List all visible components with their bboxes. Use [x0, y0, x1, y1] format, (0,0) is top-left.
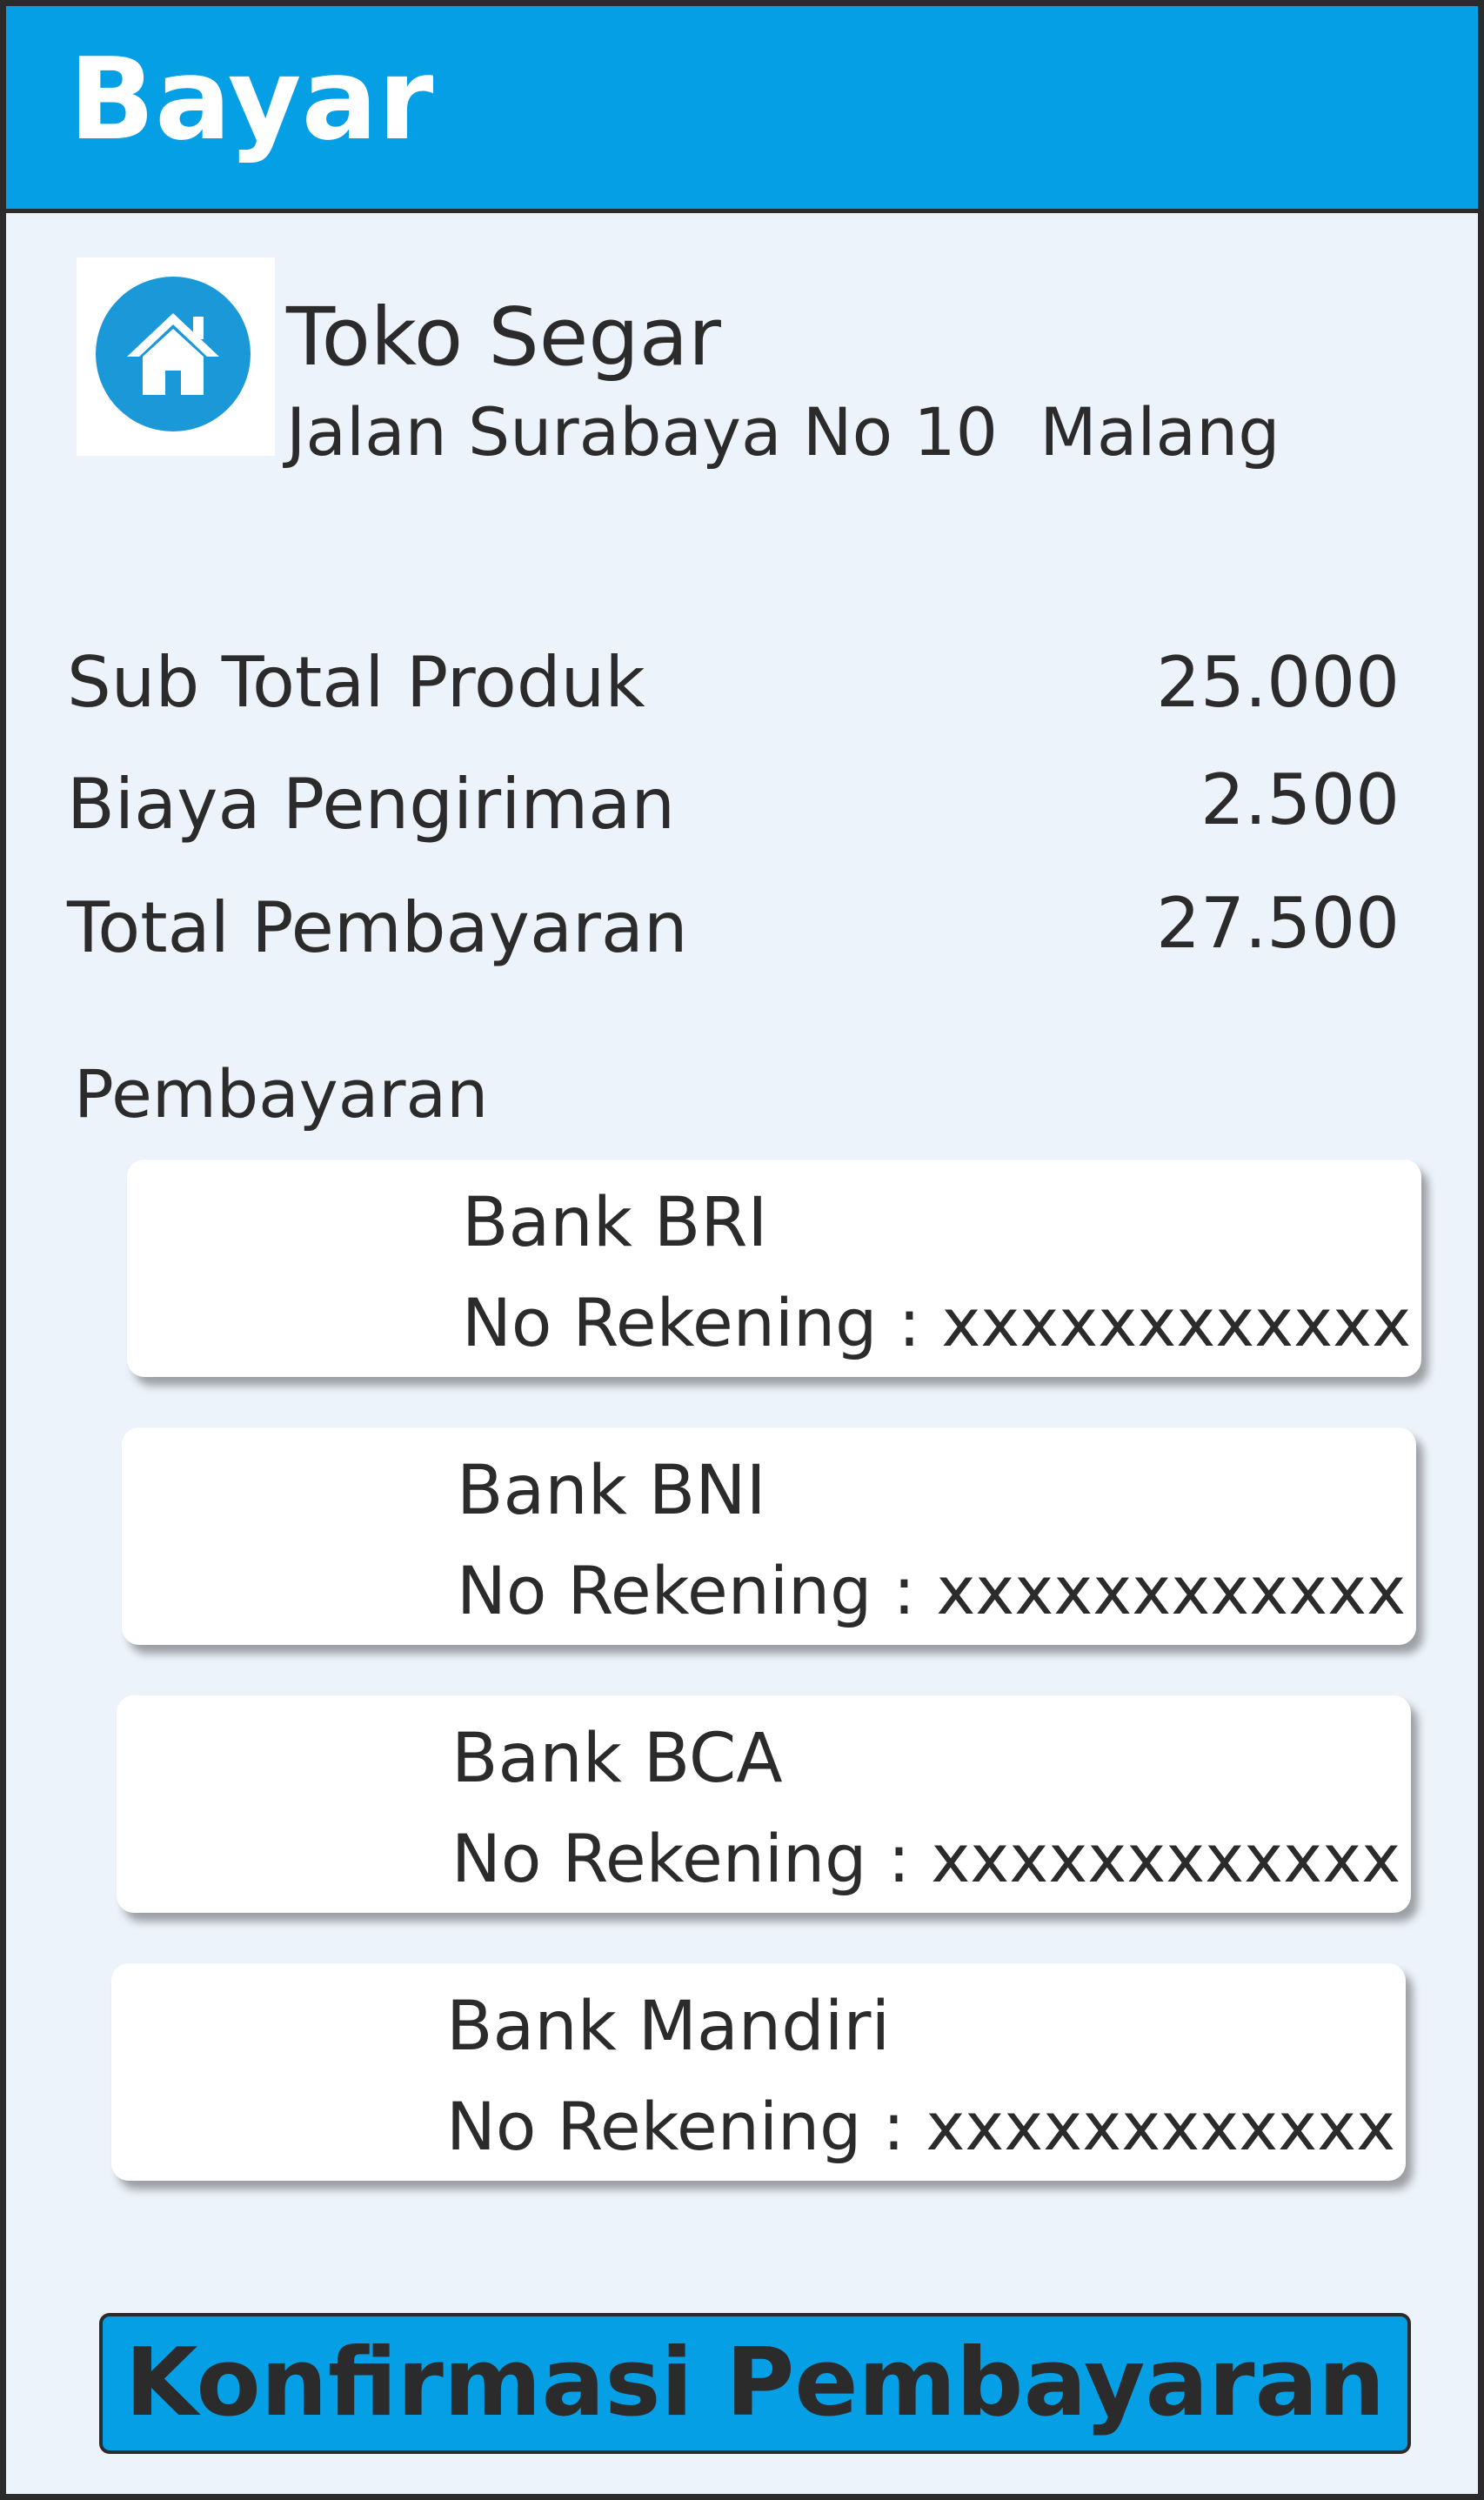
bank-account-number: No Rekening : xxxxxxxxxxxx: [451, 1820, 1401, 1897]
confirm-payment-label: Konfirmasi Pembayaran: [124, 2329, 1386, 2437]
store-avatar: [77, 257, 275, 456]
total-label: Total Pembayaran: [67, 887, 688, 968]
bank-name: Bank BCA: [451, 1720, 783, 1798]
bank-option-bca[interactable]: Bank BCA No Rekening : xxxxxxxxxxxx: [117, 1695, 1411, 1913]
shipping-label: Biaya Pengiriman: [67, 764, 676, 845]
subtotal-label: Sub Total Produk: [67, 642, 645, 723]
shipping-value: 2.500: [1200, 759, 1400, 840]
total-value: 27.500: [1156, 883, 1400, 964]
payment-section-label: Pembayaran: [74, 1055, 489, 1133]
subtotal-value: 25.000: [1156, 642, 1400, 723]
app-screen: Bayar Toko Segar Jalan Surabaya No 10 Ma…: [0, 0, 1484, 2500]
bank-option-bni[interactable]: Bank BNI No Rekening : xxxxxxxxxxxx: [122, 1427, 1416, 1645]
bank-name: Bank BRI: [462, 1184, 768, 1262]
bank-option-mandiri[interactable]: Bank Mandiri No Rekening : xxxxxxxxxxxx: [111, 1963, 1406, 2181]
bank-name: Bank Mandiri: [446, 1988, 891, 2066]
bank-account-number: No Rekening : xxxxxxxxxxxx: [446, 2088, 1396, 2165]
bank-account-number: No Rekening : xxxxxxxxxxxx: [462, 1284, 1412, 1361]
bank-account-number: No Rekening : xxxxxxxxxxxx: [457, 1552, 1407, 1629]
bank-option-bri[interactable]: Bank BRI No Rekening : xxxxxxxxxxxx: [127, 1160, 1421, 1377]
header-bar: Bayar: [6, 6, 1478, 213]
confirm-payment-button[interactable]: Konfirmasi Pembayaran: [99, 2313, 1411, 2454]
bank-name: Bank BNI: [457, 1452, 766, 1530]
home-icon: [96, 277, 251, 431]
page-title: Bayar: [69, 33, 434, 165]
store-name: Toko Segar: [286, 291, 721, 384]
store-address: Jalan Surabaya No 10 Malang: [286, 393, 1280, 471]
